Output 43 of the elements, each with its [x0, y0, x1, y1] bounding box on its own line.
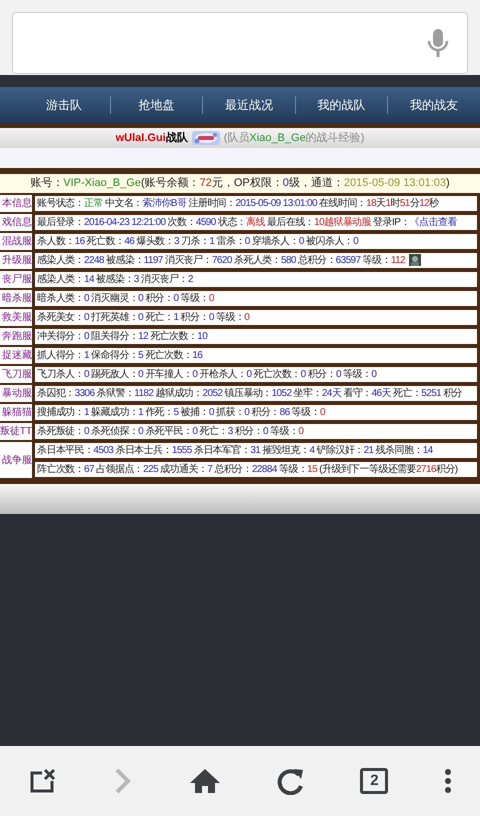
- table-cell: 杀人数：16 死亡数：46 爆头数：3 刀杀：1 雷杀：0 穿墙杀人：0 被闪杀人：0: [34, 233, 478, 250]
- account-summary: 账号：VIP-Xiao_B_Ge(账号余额：72元，OP权限：0级，通道：2015-05-09 13:01:03): [29, 176, 451, 192]
- table-cell: 飞刀杀人：0 踢死敌人：0 开车撞人：0 开枪杀人：0 死亡次数：0 积分：0 等级：0: [34, 366, 478, 383]
- table-cell: 感染人类：14 被感染：3 消灭丧尸：2: [34, 271, 478, 288]
- server-label[interactable]: 飞刀服: [2, 367, 32, 382]
- close-tab-icon[interactable]: [28, 767, 58, 795]
- server-label[interactable]: 暗杀服: [2, 291, 32, 306]
- team-name: wUlaI.Gui战队: [116, 130, 188, 146]
- table-cell: 感染人类：2248 被感染：1197 消灭丧尸：7620 杀死人类：580 总积分：63597 等级：112: [34, 252, 478, 269]
- menu-icon[interactable]: [444, 767, 452, 795]
- address-field[interactable]: [12, 12, 468, 74]
- table-cell: 账号状态：正常 中文名：索沛你B哥 注册时间：2015-05-09 13:01:00 在线时间：18天1时51分12秒: [34, 195, 478, 212]
- server-label[interactable]: 躲猫猫: [2, 405, 32, 420]
- nav-link[interactable]: 最近战况: [203, 96, 295, 114]
- table-cell: 搜捕成功：1 躲藏成功：1 作死：5 被捕：0 抓获：0 积分：86 等级：0: [34, 404, 478, 421]
- server-label[interactable]: 救美服: [2, 310, 32, 325]
- nav-link[interactable]: 抢地盘: [110, 96, 202, 114]
- nav-link[interactable]: 我的战友: [388, 96, 480, 114]
- table-cell: 杀死叛徒：0 杀死侦探：0 杀死平民：0 死亡：3 积分：0 等级：0: [34, 423, 478, 440]
- table-cell: 最后登录：2016-04-23 12:21:00 次数：4590 状态：离线 最后在线：10越狱暴动服 登录IP：《点击查看: [34, 214, 478, 231]
- table-cell: 阵亡次数：67 占领据点：225 成功通关：7 总积分：22884 等级：15 (升级到下一等级还需要2716积分): [34, 461, 478, 478]
- server-label[interactable]: 戏信息: [2, 215, 32, 230]
- tab-count-button[interactable]: 2: [360, 768, 388, 794]
- server-label[interactable]: 本信息: [2, 196, 32, 211]
- server-label[interactable]: 丧尸服: [2, 272, 32, 287]
- reload-icon[interactable]: [276, 767, 305, 795]
- table-cell: 杀日本平民：4503 杀日本士兵：1555 杀日本军官：31 摧毁坦克：4 铲除汉奸：21 残杀同胞：14: [34, 442, 478, 459]
- server-label[interactable]: 暴动服: [2, 386, 32, 401]
- server-label[interactable]: 叛徒TT: [0, 424, 32, 439]
- table-cell: 暗杀人类：0 消灭幽灵：0 积分：0 等级：0: [34, 290, 478, 307]
- table-cell: 冲关得分：0 阻关得分：12 死亡次数：10: [34, 328, 478, 345]
- table-cell: 杀囚犯：3306 杀狱警：1182 越狱成功：2052 镇压暴动：1052 坐牢：24天 看守：46天 死亡：5251 积分: [34, 385, 478, 402]
- home-icon[interactable]: [189, 767, 222, 795]
- server-label[interactable]: 升级服: [2, 253, 32, 268]
- table-cell: 杀死美女：0 打死英雄：0 死亡：1 积分：0 等级：0: [34, 309, 478, 326]
- nav-link[interactable]: 我的战队: [296, 96, 388, 114]
- server-label[interactable]: 奔跑服: [2, 329, 32, 344]
- server-label[interactable]: 捉迷藏: [2, 348, 32, 363]
- table-cell: 抓人得分：1 保命得分：5 死亡次数：16: [34, 347, 478, 364]
- microphone-icon[interactable]: [425, 27, 451, 59]
- member-caption: (队员Xiao_B_Ge的战斗经验): [224, 130, 364, 146]
- nav-link[interactable]: 游击队: [18, 96, 110, 114]
- server-label[interactable]: 混战服: [2, 234, 32, 249]
